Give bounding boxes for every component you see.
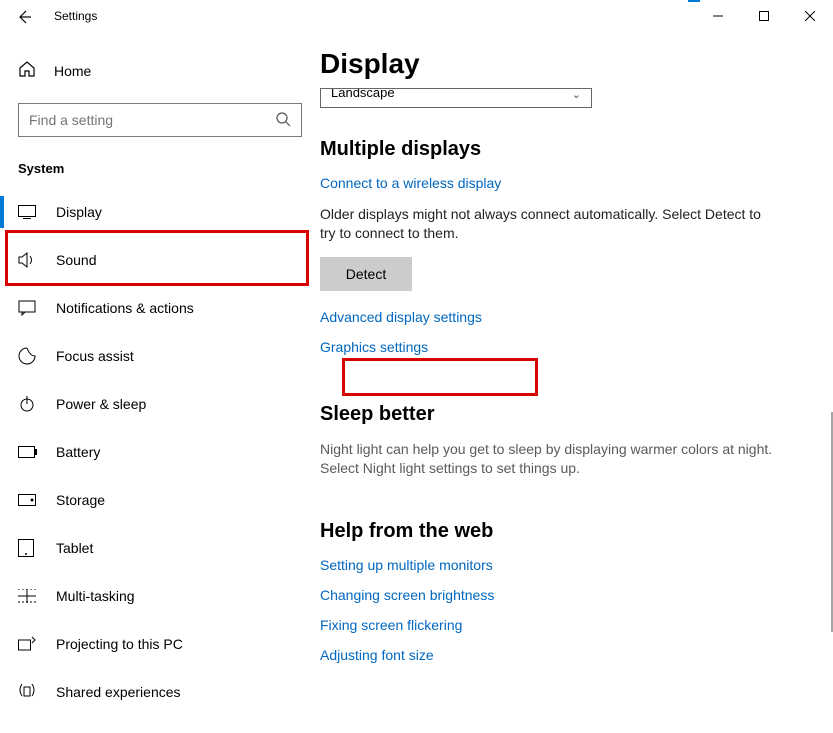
shared-icon xyxy=(18,684,40,700)
older-displays-text: Older displays might not always connect … xyxy=(320,205,780,243)
section-label: System xyxy=(10,161,310,188)
sound-icon xyxy=(18,252,40,268)
sidebar-item-battery[interactable]: Battery xyxy=(0,428,320,476)
sidebar-item-multitasking[interactable]: Multi-tasking xyxy=(0,572,320,620)
sidebar-item-label: Storage xyxy=(56,492,105,508)
chevron-down-icon: ⌄ xyxy=(572,88,581,101)
sidebar-item-label: Display xyxy=(56,204,102,220)
multiple-displays-heading: Multiple displays xyxy=(320,138,819,161)
search-icon xyxy=(275,111,291,130)
sidebar-item-label: Shared experiences xyxy=(56,684,181,700)
focus-assist-icon xyxy=(18,347,40,365)
home-icon xyxy=(18,60,40,81)
advanced-display-link[interactable]: Advanced display settings xyxy=(320,309,819,325)
orientation-value: Landscape xyxy=(331,88,395,100)
sidebar-item-projecting[interactable]: Projecting to this PC xyxy=(0,620,320,668)
nav-list: Display Sound Notifications & actions Fo… xyxy=(0,188,320,716)
sidebar-item-label: Projecting to this PC xyxy=(56,636,183,652)
close-button[interactable] xyxy=(787,0,833,32)
minimize-button[interactable] xyxy=(695,0,741,32)
tablet-icon xyxy=(18,539,40,557)
home-label: Home xyxy=(54,63,91,79)
help-heading: Help from the web xyxy=(320,520,819,543)
battery-icon xyxy=(18,446,40,458)
search-input[interactable]: Find a setting xyxy=(18,103,302,137)
help-link-brightness[interactable]: Changing screen brightness xyxy=(320,587,819,603)
multitasking-icon xyxy=(18,589,40,603)
display-icon xyxy=(18,205,40,219)
sidebar-item-sound[interactable]: Sound xyxy=(0,236,320,284)
maximize-button[interactable] xyxy=(741,0,787,32)
sidebar-item-display[interactable]: Display xyxy=(0,188,320,236)
power-sleep-icon xyxy=(18,395,40,413)
wireless-display-link[interactable]: Connect to a wireless display xyxy=(320,175,819,191)
sidebar-item-tablet[interactable]: Tablet xyxy=(0,524,320,572)
sidebar-item-label: Power & sleep xyxy=(56,396,146,412)
sidebar-item-label: Notifications & actions xyxy=(56,300,194,316)
sidebar-item-label: Sound xyxy=(56,252,96,268)
help-link-fontsize[interactable]: Adjusting font size xyxy=(320,647,819,663)
storage-icon xyxy=(18,494,40,506)
sidebar-item-label: Focus assist xyxy=(56,348,134,364)
scrollbar[interactable] xyxy=(827,412,833,733)
titlebar: Settings xyxy=(0,0,833,34)
window-title: Settings xyxy=(54,9,97,23)
page-title: Display xyxy=(320,48,819,80)
home-nav[interactable]: Home xyxy=(10,50,310,91)
sidebar-item-shared[interactable]: Shared experiences xyxy=(0,668,320,716)
window-controls xyxy=(695,0,833,32)
graphics-settings-link[interactable]: Graphics settings xyxy=(320,339,819,355)
search-placeholder: Find a setting xyxy=(29,112,275,128)
notifications-icon xyxy=(18,300,40,316)
help-link-monitors[interactable]: Setting up multiple monitors xyxy=(320,557,819,573)
sidebar-item-label: Multi-tasking xyxy=(56,588,135,604)
projecting-icon xyxy=(18,636,40,652)
back-button[interactable] xyxy=(14,7,34,27)
main-panel: Display Landscape ⌄ Multiple displays Co… xyxy=(320,34,833,733)
help-link-flickering[interactable]: Fixing screen flickering xyxy=(320,617,819,633)
sidebar: Home Find a setting System Display Sound… xyxy=(0,34,320,733)
sleep-better-heading: Sleep better xyxy=(320,403,819,426)
sidebar-item-power-sleep[interactable]: Power & sleep xyxy=(0,380,320,428)
sidebar-item-label: Battery xyxy=(56,444,100,460)
sleep-better-text: Night light can help you get to sleep by… xyxy=(320,440,790,478)
sidebar-item-notifications[interactable]: Notifications & actions xyxy=(0,284,320,332)
orientation-dropdown[interactable]: Landscape ⌄ xyxy=(320,88,592,108)
detect-button[interactable]: Detect xyxy=(320,257,412,291)
sidebar-item-label: Tablet xyxy=(56,540,93,556)
sidebar-item-focus-assist[interactable]: Focus assist xyxy=(0,332,320,380)
sidebar-item-storage[interactable]: Storage xyxy=(0,476,320,524)
